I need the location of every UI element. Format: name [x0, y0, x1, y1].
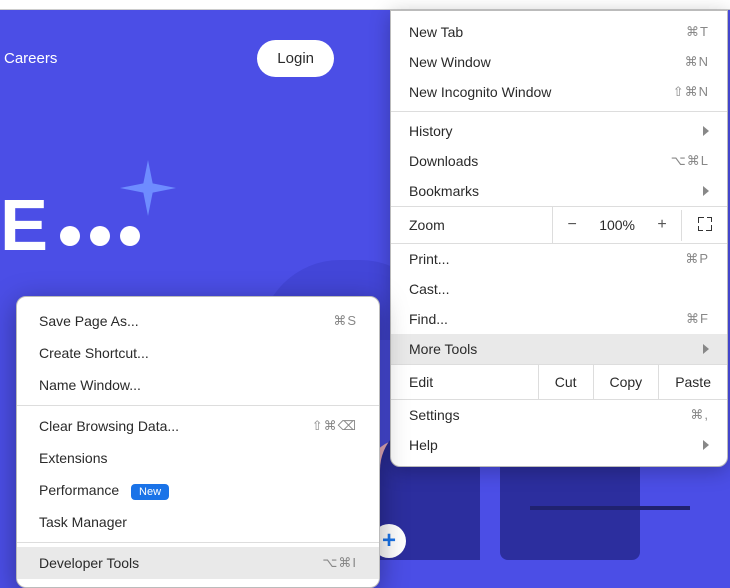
- chevron-right-icon: [703, 186, 709, 196]
- fullscreen-icon: [698, 217, 712, 231]
- shortcut: ⌘F: [686, 311, 709, 327]
- shortcut: ⌘S: [333, 313, 357, 329]
- copy-button[interactable]: Copy: [593, 365, 659, 399]
- browser-chrome-strip: [0, 0, 730, 10]
- submenu-developer-tools[interactable]: Developer Tools ⌥⌘I: [17, 547, 379, 579]
- menu-help[interactable]: Help: [391, 430, 727, 460]
- menu-label: Save Page As...: [39, 313, 139, 329]
- menu-label: Downloads: [409, 153, 478, 169]
- menu-label: Developer Tools: [39, 555, 139, 571]
- submenu-create-shortcut[interactable]: Create Shortcut...: [17, 337, 379, 369]
- cut-button[interactable]: Cut: [538, 365, 593, 399]
- menu-label: History: [409, 123, 453, 139]
- menu-separator: [17, 542, 379, 543]
- menu-label: Name Window...: [39, 377, 141, 393]
- menu-zoom-row: Zoom − 100% +: [391, 206, 727, 244]
- chevron-right-icon: [703, 126, 709, 136]
- fullscreen-button[interactable]: [681, 210, 727, 241]
- shortcut: ⌘P: [685, 251, 709, 267]
- menu-separator: [17, 405, 379, 406]
- submenu-task-manager[interactable]: Task Manager: [17, 506, 379, 538]
- shortcut: ⇧⌘N: [673, 84, 709, 100]
- menu-more-tools[interactable]: More Tools: [391, 334, 727, 364]
- zoom-in-button[interactable]: +: [643, 207, 681, 243]
- shortcut: ⌘N: [685, 54, 709, 70]
- site-header: Careers Login: [0, 40, 340, 77]
- hero-text-fragment: E: [0, 190, 140, 262]
- menu-new-tab[interactable]: New Tab ⌘T: [391, 17, 727, 47]
- menu-settings[interactable]: Settings ⌘,: [391, 400, 727, 430]
- paste-button[interactable]: Paste: [658, 365, 727, 399]
- menu-label: Task Manager: [39, 514, 127, 530]
- nav-careers[interactable]: Careers: [4, 50, 57, 67]
- shortcut: ⇧⌘⌫: [312, 418, 357, 434]
- menu-label: More Tools: [409, 341, 477, 357]
- submenu-clear-browsing-data[interactable]: Clear Browsing Data... ⇧⌘⌫: [17, 410, 379, 442]
- menu-cast[interactable]: Cast...: [391, 274, 727, 304]
- browser-main-menu: New Tab ⌘T New Window ⌘N New Incognito W…: [390, 10, 728, 467]
- zoom-value: 100%: [591, 208, 643, 242]
- new-badge: New: [131, 484, 169, 500]
- menu-new-incognito[interactable]: New Incognito Window ⇧⌘N: [391, 77, 727, 107]
- menu-history[interactable]: History: [391, 116, 727, 146]
- edit-label: Edit: [391, 365, 538, 399]
- menu-label: Performance: [39, 482, 119, 498]
- menu-edit-row: Edit Cut Copy Paste: [391, 364, 727, 400]
- menu-label: Find...: [409, 311, 448, 327]
- menu-label: New Tab: [409, 24, 463, 40]
- zoom-out-button[interactable]: −: [553, 207, 591, 243]
- menu-print[interactable]: Print... ⌘P: [391, 244, 727, 274]
- menu-label: Clear Browsing Data...: [39, 418, 179, 434]
- shortcut: ⌘,: [690, 407, 709, 423]
- shortcut: ⌥⌘L: [671, 153, 709, 169]
- menu-label: New Window: [409, 54, 491, 70]
- menu-downloads[interactable]: Downloads ⌥⌘L: [391, 146, 727, 176]
- menu-label: Create Shortcut...: [39, 345, 149, 361]
- login-button[interactable]: Login: [257, 40, 334, 77]
- menu-label: Print...: [409, 251, 449, 267]
- menu-separator: [391, 111, 727, 112]
- submenu-name-window[interactable]: Name Window...: [17, 369, 379, 401]
- chevron-right-icon: [703, 440, 709, 450]
- menu-label: Help: [409, 437, 438, 453]
- menu-label: Extensions: [39, 450, 107, 466]
- menu-new-window[interactable]: New Window ⌘N: [391, 47, 727, 77]
- submenu-extensions[interactable]: Extensions: [17, 442, 379, 474]
- zoom-label: Zoom: [391, 208, 552, 242]
- menu-bookmarks[interactable]: Bookmarks: [391, 176, 727, 206]
- chevron-right-icon: [703, 344, 709, 354]
- menu-label: New Incognito Window: [409, 84, 551, 100]
- shortcut: ⌘T: [686, 24, 709, 40]
- more-tools-submenu: Save Page As... ⌘S Create Shortcut... Na…: [16, 296, 380, 588]
- shortcut: ⌥⌘I: [322, 555, 357, 571]
- submenu-performance[interactable]: Performance New: [17, 474, 379, 506]
- submenu-save-page[interactable]: Save Page As... ⌘S: [17, 305, 379, 337]
- menu-label: Bookmarks: [409, 183, 479, 199]
- menu-find[interactable]: Find... ⌘F: [391, 304, 727, 334]
- menu-label: Cast...: [409, 281, 449, 297]
- menu-label: Settings: [409, 407, 460, 423]
